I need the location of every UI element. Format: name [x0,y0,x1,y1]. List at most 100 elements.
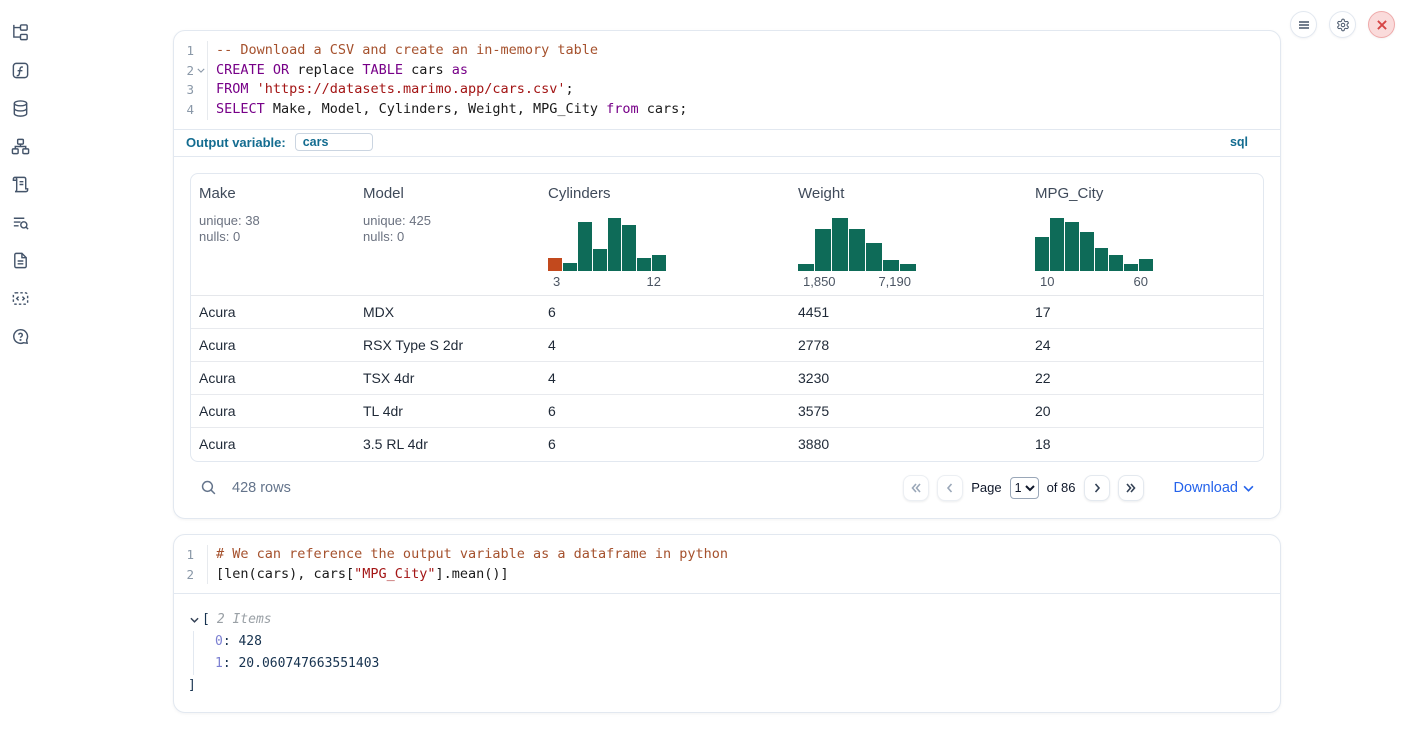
table-cell: 3880 [790,436,1027,452]
token-kw: OR [273,62,289,78]
chevron-right-icon [1091,482,1103,494]
list-search-icon[interactable] [10,212,31,233]
histogram-bars [548,218,666,271]
chevron-down-icon [1243,483,1254,494]
token-kw: SELECT [216,101,265,117]
tree-items: 0: 4281: 20.060747663551403 [193,631,1264,675]
tree-root: [ 2 Items [188,609,1264,631]
column-stats: unique: 38nulls: 0 [199,213,347,246]
search-icon[interactable] [200,479,217,496]
tree-item: 0: 428 [215,631,1264,653]
sql-editor[interactable]: 1-- Download a CSV and create an in-memo… [174,31,1280,129]
row-count: 428 rows [232,480,291,496]
tree-item-value: : 20.060747663551403 [223,656,380,671]
file-tree-icon[interactable] [10,22,31,43]
fold-slot [194,568,207,581]
table-row: AcuraTSX 4dr4323022 [191,362,1263,395]
tree-item-index: 1 [215,656,223,671]
weight-histogram[interactable]: 1,8507,190 [798,218,1019,289]
function-square-icon[interactable] [10,60,31,81]
table-cell: 20 [1027,403,1263,419]
histogram-bar [622,225,636,271]
histogram-bar [1139,259,1153,271]
token-kw: CREATE [216,62,265,78]
table-cell: 18 [1027,436,1263,452]
histogram-bar [1095,248,1109,271]
help-circle-icon[interactable] [10,326,31,347]
histogram-bars [798,218,916,271]
column-header-cylinders[interactable]: Cylinders312 [540,174,790,295]
tree-item: 1: 20.060747663551403 [215,653,1264,675]
page-label: Page [971,480,1001,495]
next-page-button[interactable] [1084,475,1110,501]
fold-slot [194,548,207,561]
column-header-mpg_city[interactable]: MPG_City 10 60 [1027,174,1263,295]
histogram-max-label: 7,190 [878,274,911,289]
column-header-weight[interactable]: Weight1,8507,190 [790,174,1027,295]
histogram-max-label: 60 [1134,274,1148,289]
fold-chevron-icon[interactable] [194,64,207,77]
menu-button[interactable] [1290,11,1317,38]
histogram-bar [1035,237,1049,271]
open-bracket: [ [202,609,210,631]
histogram-bar [593,249,607,271]
dependency-graph-icon[interactable] [10,136,31,157]
sql-cell-output: Makeunique: 38nulls: 0Modelunique: 425nu… [174,156,1280,518]
line-number-gutter: 2 [174,61,208,81]
snippets-icon[interactable] [10,288,31,309]
output-variable-input[interactable] [295,133,373,151]
table-cell: 3.5 RL 4dr [355,436,540,452]
histogram-bar [637,258,651,271]
histogram-bar [900,264,916,271]
table-cell: 3230 [790,370,1027,386]
output-variable-row: Output variable: sql [174,129,1280,156]
histogram-bar [608,218,622,271]
scroll-icon[interactable] [10,174,31,195]
histogram-axis-labels: 1,8507,190 [798,274,916,289]
column-stats: unique: 425nulls: 0 [363,213,532,246]
column-header-make[interactable]: Makeunique: 38nulls: 0 [191,174,355,295]
column-name: MPG_City [1035,185,1255,202]
code-line: 4SELECT Make, Model, Cylinders, Weight, … [174,100,1280,120]
python-editor[interactable]: 1# We can reference the output variable … [174,535,1280,593]
token-pl: cars; [639,101,688,117]
table-cell: Acura [191,304,355,320]
download-button[interactable]: Download [1174,480,1255,496]
settings-button[interactable] [1329,11,1356,38]
collapse-chevron-icon[interactable] [188,614,200,626]
left-sidebar [10,22,31,347]
table-cell: 6 [540,304,790,320]
table-cell: 6 [540,403,790,419]
token-pl: cars [403,62,452,78]
histogram-axis-labels: 10 60 [1035,274,1153,289]
histogram-bar [866,243,882,271]
table-row: AcuraTL 4dr6357520 [191,395,1263,428]
data-table: Makeunique: 38nulls: 0Modelunique: 425nu… [190,173,1264,462]
last-page-button[interactable] [1118,475,1144,501]
python-cell: 1# We can reference the output variable … [173,534,1281,713]
cylinders-histogram[interactable]: 312 [548,218,782,289]
close-button[interactable] [1368,11,1395,38]
code-text: FROM 'https://datasets.marimo.app/cars.c… [208,80,574,100]
histogram-bar [815,229,831,271]
output-variable-label: Output variable: [186,135,286,150]
table-cell: 17 [1027,304,1263,320]
column-header-model[interactable]: Modelunique: 425nulls: 0 [355,174,540,295]
file-text-icon[interactable] [10,250,31,271]
line-number: 2 [174,565,194,585]
mpg_city-histogram[interactable]: 10 60 [1035,218,1255,289]
first-page-button[interactable] [903,475,929,501]
histogram-min-label: 10 [1040,274,1054,289]
page-select[interactable]: 1 [1010,477,1039,499]
table-cell: 4451 [790,304,1027,320]
line-number-gutter: 4 [174,100,208,120]
histogram-bar [832,218,848,271]
table-cell: Acura [191,370,355,386]
previous-page-button[interactable] [937,475,963,501]
chevrons-left-icon [910,482,922,494]
database-icon[interactable] [10,98,31,119]
python-cell-output: [ 2 Items 0: 4281: 20.060747663551403 ] [174,593,1280,712]
code-line: 1# We can reference the output variable … [174,545,1280,565]
line-number-gutter: 1 [174,545,208,565]
stat-line: unique: 425 [363,213,532,230]
